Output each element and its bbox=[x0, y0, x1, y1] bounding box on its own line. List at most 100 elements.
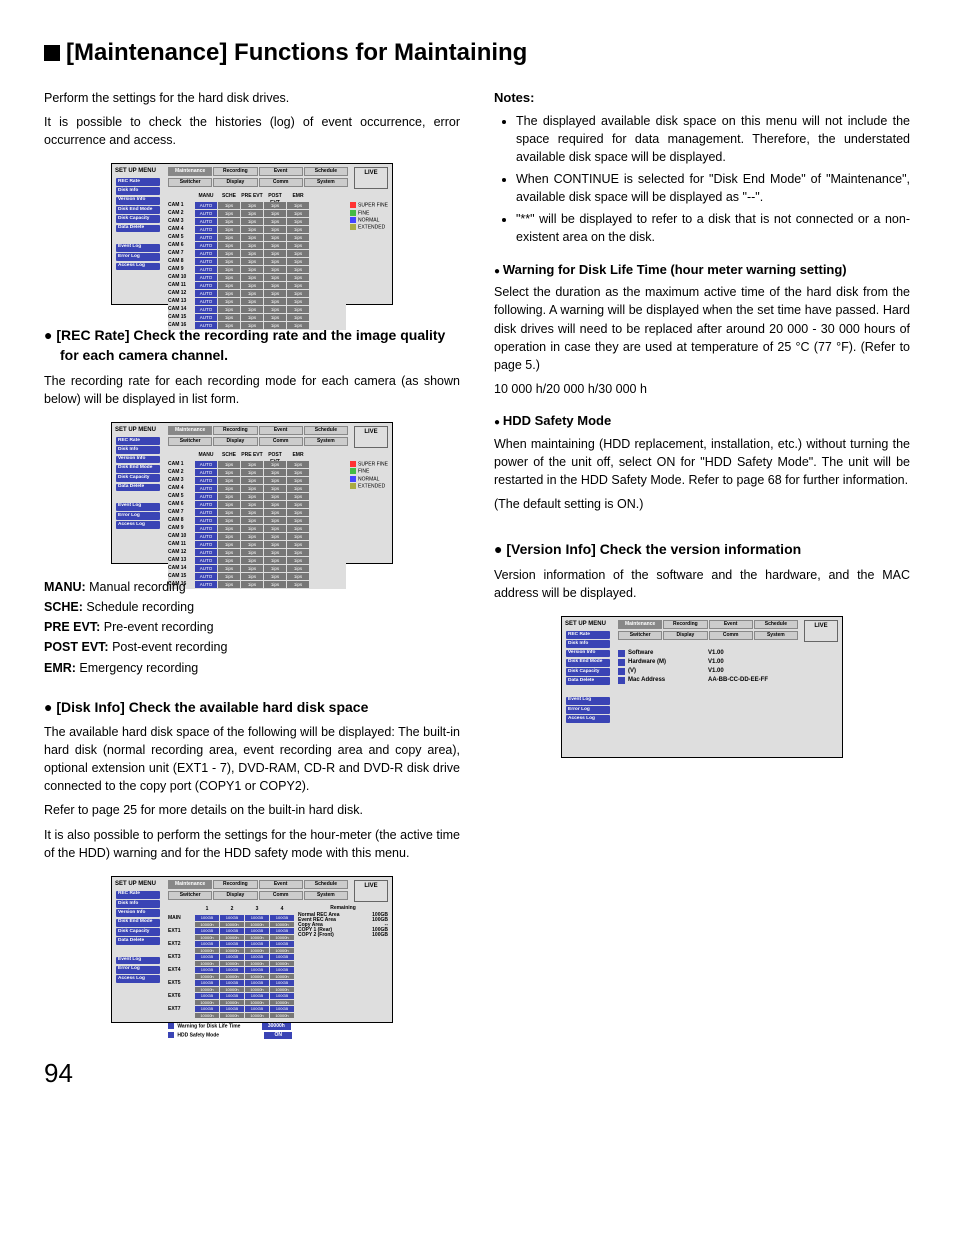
tab: Maintenance bbox=[168, 880, 212, 889]
tab: System bbox=[304, 437, 348, 446]
side-btn: Disk Capacity bbox=[116, 215, 160, 223]
warning-heading: Warning for Disk Life Time (hour meter w… bbox=[494, 261, 910, 280]
page-title: [Maintenance] Functions for Maintaining bbox=[44, 36, 910, 71]
side-btn: Error Log bbox=[116, 512, 160, 520]
notes-list: The displayed available disk space on th… bbox=[494, 112, 910, 247]
hdd-heading: HDD Safety Mode bbox=[494, 412, 910, 431]
title-bracket: [Maintenance] bbox=[66, 39, 227, 66]
shot-menu-title: SET UP MENU bbox=[112, 881, 164, 891]
square-bullet-icon bbox=[44, 45, 60, 61]
tab: Maintenance bbox=[168, 426, 212, 435]
side-btn: Disk Capacity bbox=[116, 928, 160, 936]
page-number: 94 bbox=[44, 1055, 910, 1093]
tab: Comm bbox=[259, 178, 303, 187]
live-badge: LIVE bbox=[354, 880, 388, 902]
side-btn: Version Info bbox=[116, 456, 160, 464]
side-btn: Disk Info bbox=[566, 640, 610, 648]
tab: Maintenance bbox=[618, 620, 662, 629]
remaining-block: Remaining Normal REC Area100GBEvent REC … bbox=[298, 906, 388, 1019]
tab: Schedule bbox=[304, 167, 348, 176]
side-btn: Disk End Mode bbox=[116, 206, 160, 214]
screenshot-rec-rate: SET UP MENU REC Rate Disk Info Version I… bbox=[111, 163, 393, 305]
side-btn: Access Log bbox=[566, 715, 610, 723]
notes-heading: Notes: bbox=[494, 89, 910, 108]
screenshot-rec-rate-2: SET UP MENU REC Rate Disk Info Version I… bbox=[111, 422, 393, 564]
side-btn: Event Log bbox=[116, 244, 160, 252]
tab: Display bbox=[213, 891, 257, 900]
tab: Event bbox=[259, 426, 303, 435]
tab: Maintenance bbox=[168, 167, 212, 176]
side-btn: REC Rate bbox=[116, 437, 160, 445]
side-btn: Error Log bbox=[116, 253, 160, 261]
tab: Schedule bbox=[754, 620, 798, 629]
definitions: MANU: Manual recording SCHE: Schedule re… bbox=[44, 578, 460, 677]
live-badge: LIVE bbox=[354, 426, 388, 448]
tab: Switcher bbox=[168, 178, 212, 187]
screenshot-disk-info: SET UP MENU REC Rate Disk Info Version I… bbox=[111, 876, 393, 1023]
side-btn: Data Delete bbox=[566, 677, 610, 685]
side-btn: Disk Capacity bbox=[116, 474, 160, 482]
tab: Comm bbox=[709, 631, 753, 640]
shot-menu-title: SET UP MENU bbox=[112, 168, 164, 178]
side-btn: Version Info bbox=[116, 197, 160, 205]
disk-info-heading: [Disk Info] Check the available hard dis… bbox=[44, 697, 460, 717]
live-badge: LIVE bbox=[804, 620, 838, 642]
tab: Switcher bbox=[618, 631, 662, 640]
tab: Schedule bbox=[304, 426, 348, 435]
note-item: When CONTINUE is selected for "Disk End … bbox=[516, 170, 910, 206]
tab: Event bbox=[709, 620, 753, 629]
hdd-p1: When maintaining (HDD replacement, insta… bbox=[494, 435, 910, 489]
shot-menu-title: SET UP MENU bbox=[112, 427, 164, 437]
side-btn: Data Delete bbox=[116, 937, 160, 945]
disk-info-p2: Refer to page 25 for more details on the… bbox=[44, 801, 460, 819]
tab: Schedule bbox=[304, 880, 348, 889]
rec-rate-text: The recording rate for each recording mo… bbox=[44, 372, 460, 408]
shot-menu-title: SET UP MENU bbox=[562, 621, 614, 631]
tab: Display bbox=[663, 631, 707, 640]
rate-table: MANUSCHEPRE EVTPOST EVTEMRCAM 1AUTO1ips1… bbox=[168, 193, 346, 330]
side-btn: Data Delete bbox=[116, 484, 160, 492]
intro-1: Perform the settings for the hard disk d… bbox=[44, 89, 460, 107]
side-btn: Event Log bbox=[116, 957, 160, 965]
tab: Event bbox=[259, 167, 303, 176]
side-btn: Disk Info bbox=[116, 446, 160, 454]
version-p: Version information of the software and … bbox=[494, 566, 910, 602]
disk-info-p1: The available hard disk space of the fol… bbox=[44, 723, 460, 796]
intro-2: It is possible to check the histories (l… bbox=[44, 113, 460, 149]
quality-legend: SUPER FINE FINE NORMAL EXTENDED bbox=[350, 460, 388, 589]
quality-legend: SUPER FINE FINE NORMAL EXTENDED bbox=[350, 201, 388, 330]
tab: Switcher bbox=[168, 891, 212, 900]
side-btn: Disk End Mode bbox=[116, 465, 160, 473]
side-btn: Event Log bbox=[116, 503, 160, 511]
rec-rate-heading: [REC Rate] Check the recording rate and … bbox=[44, 325, 460, 366]
side-btn: Version Info bbox=[566, 650, 610, 658]
live-badge: LIVE bbox=[354, 167, 388, 189]
title-rest: Functions for Maintaining bbox=[227, 39, 527, 66]
tab: System bbox=[754, 631, 798, 640]
side-btn: Error Log bbox=[116, 966, 160, 974]
hdd-p2: (The default setting is ON.) bbox=[494, 495, 910, 513]
side-btn: Disk Capacity bbox=[566, 668, 610, 676]
note-item: The displayed available disk space on th… bbox=[516, 112, 910, 166]
warning-p1: Select the duration as the maximum activ… bbox=[494, 283, 910, 374]
side-btn: Error Log bbox=[566, 706, 610, 714]
tab: Recording bbox=[213, 167, 257, 176]
tab: Recording bbox=[213, 880, 257, 889]
side-btn: Access Log bbox=[116, 263, 160, 271]
side-btn: Disk Info bbox=[116, 187, 160, 195]
warning-p2: 10 000 h/20 000 h/30 000 h bbox=[494, 380, 910, 398]
tab: Comm bbox=[259, 437, 303, 446]
tab: Event bbox=[259, 880, 303, 889]
side-btn: REC Rate bbox=[566, 631, 610, 639]
rate-table: MANUSCHEPRE EVTPOST EVTEMRCAM 1AUTO1ips1… bbox=[168, 452, 346, 589]
side-btn: REC Rate bbox=[116, 178, 160, 186]
tab: System bbox=[304, 891, 348, 900]
version-heading: [Version Info] Check the version informa… bbox=[494, 539, 910, 559]
tab: Display bbox=[213, 437, 257, 446]
side-btn: Access Log bbox=[116, 975, 160, 983]
side-btn: Access Log bbox=[116, 521, 160, 529]
side-btn: Event Log bbox=[566, 697, 610, 705]
tab: Display bbox=[213, 178, 257, 187]
tab: Switcher bbox=[168, 437, 212, 446]
side-btn: Data Delete bbox=[116, 225, 160, 233]
